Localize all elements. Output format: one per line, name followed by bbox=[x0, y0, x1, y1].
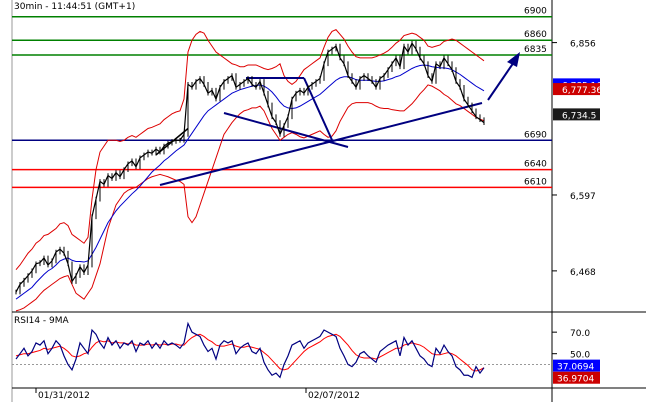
level-label-6690: 6690 bbox=[524, 130, 547, 140]
level-label-6900: 6900 bbox=[524, 7, 547, 17]
price-badge-label: 6,734.5 bbox=[562, 111, 596, 121]
level-label-6860: 6860 bbox=[524, 30, 547, 40]
price-badge-label: 6,777.36 bbox=[562, 86, 602, 96]
price-tick-label: 6,468 bbox=[570, 268, 596, 278]
rsi-tick-label: 50.0 bbox=[570, 351, 590, 361]
price-tick-label: 6,856 bbox=[570, 40, 596, 50]
level-label-6640: 6640 bbox=[524, 160, 547, 170]
level-label-6835: 6835 bbox=[524, 45, 547, 55]
rsi-title: RSI14 - 9MA bbox=[14, 316, 70, 326]
time-tick-label: 02/07/2012 bbox=[308, 391, 360, 401]
rsi-badge-label: 36.9704 bbox=[557, 375, 594, 385]
chart-title: 30min - 11:44:51 (GMT+1) bbox=[14, 2, 135, 12]
rsi-tick-label: 70.0 bbox=[570, 329, 590, 339]
chart-background bbox=[0, 0, 646, 402]
chart-canvas: 30min - 11:44:51 (GMT+1) 6900 6860 6835 669… bbox=[0, 0, 646, 402]
time-tick-label: 01/31/2012 bbox=[38, 391, 90, 401]
level-label-6610: 6610 bbox=[524, 177, 547, 187]
rsi-badge-label: 37.0694 bbox=[557, 363, 594, 373]
price-tick-label: 6,597 bbox=[570, 192, 596, 202]
